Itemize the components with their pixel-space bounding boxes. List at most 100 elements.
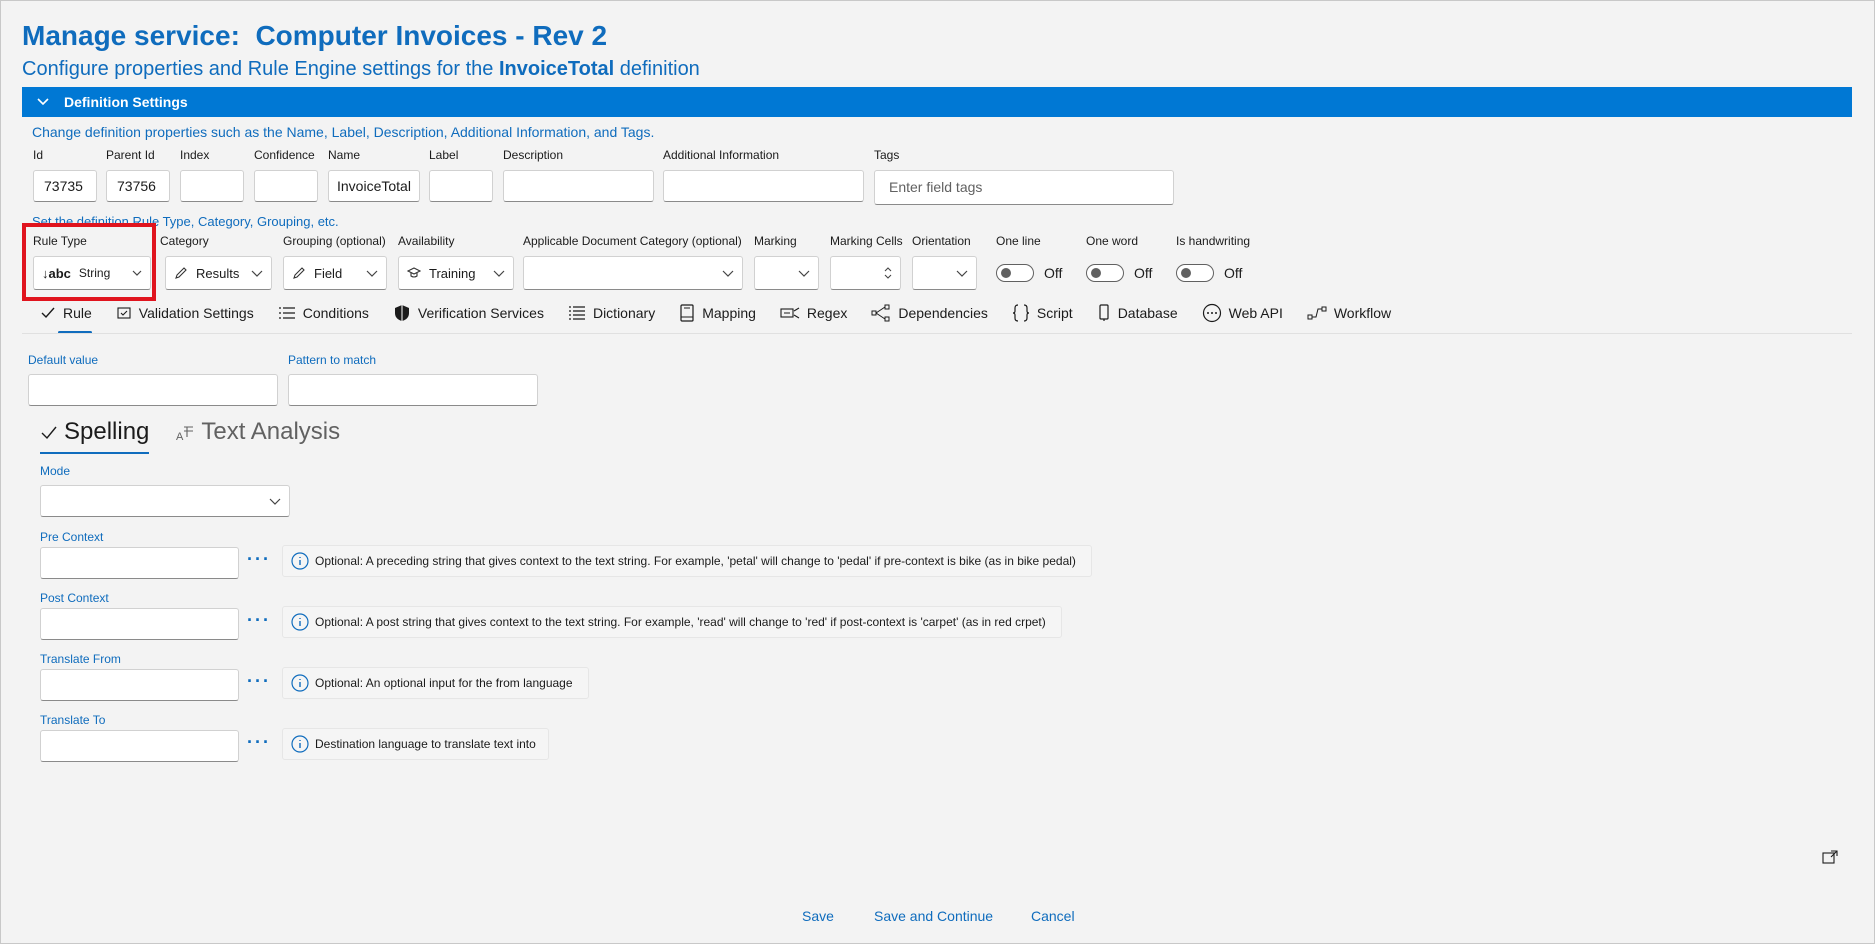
stepper-arrows-icon[interactable] — [884, 267, 892, 279]
confidence-field[interactable] — [254, 170, 318, 202]
definition-settings-header[interactable]: Definition Settings — [22, 87, 1852, 117]
label-field[interactable] — [429, 170, 493, 202]
tab-workflow[interactable]: Workflow — [1307, 300, 1391, 326]
validation-icon — [117, 307, 131, 319]
page-title: Manage service: Computer Invoices - Rev … — [22, 20, 608, 51]
description-field[interactable] — [503, 170, 654, 202]
save-button[interactable]: Save — [802, 908, 834, 924]
window-frame — [0, 0, 1875, 944]
save-and-continue-button[interactable]: Save and Continue — [874, 908, 993, 924]
tab-label: Regex — [806, 305, 848, 321]
index-label: Index — [180, 148, 210, 162]
one-word-toggle[interactable]: Off — [1086, 264, 1152, 282]
info-icon — [291, 674, 309, 692]
tab-label: Rule — [63, 305, 92, 321]
chevron-down-icon — [722, 270, 734, 277]
tab-label: Dependencies — [898, 305, 988, 321]
additional-info-label: Additional Information — [663, 148, 780, 162]
tab-rule[interactable]: Rule — [40, 300, 92, 334]
marking-cells-stepper[interactable] — [830, 256, 901, 290]
translate-from-input[interactable] — [40, 669, 239, 701]
chevron-down-icon — [269, 498, 281, 505]
label-label: Label — [429, 148, 459, 162]
bullet-list-icon — [568, 306, 585, 320]
more-options-icon[interactable]: ··· — [247, 671, 271, 692]
id-label: Id — [33, 148, 44, 162]
info-text: Optional: A post string that gives conte… — [315, 615, 1046, 629]
doc-category-select[interactable] — [523, 256, 743, 290]
default-value-input[interactable] — [28, 374, 278, 406]
pre-context-input[interactable] — [40, 547, 239, 579]
id-field[interactable]: 73735 — [33, 170, 97, 202]
list-icon — [278, 307, 295, 319]
confidence-label: Confidence — [254, 148, 315, 162]
tab-validation-settings[interactable]: Validation Settings — [116, 300, 254, 326]
tab-verification-services[interactable]: Verification Services — [393, 300, 544, 326]
default-value-label: Default value — [28, 353, 99, 367]
tab-label: Validation Settings — [138, 305, 254, 321]
share-icon — [871, 304, 890, 322]
tab-conditions[interactable]: Conditions — [278, 300, 369, 326]
is-handwriting-toggle[interactable]: Off — [1176, 264, 1242, 282]
pencil-icon — [174, 266, 188, 280]
pencil-icon — [292, 266, 306, 280]
tab-script[interactable]: Script — [1012, 300, 1073, 326]
post-context-label: Post Context — [40, 591, 109, 605]
one-word-label: One word — [1086, 234, 1139, 248]
index-field[interactable] — [180, 170, 244, 202]
one-line-toggle[interactable]: Off — [996, 264, 1062, 282]
info-icon — [291, 613, 309, 631]
tab-label: Conditions — [302, 305, 369, 321]
name-field[interactable]: InvoiceTotal — [328, 170, 420, 202]
category-select[interactable]: Results — [165, 256, 272, 290]
info-text: Optional: A preceding string that gives … — [315, 554, 1076, 568]
subtab-spelling[interactable]: Spelling — [40, 418, 150, 454]
tab-regex[interactable]: Regex — [780, 300, 847, 326]
tab-label: Database — [1117, 305, 1178, 321]
tags-input[interactable]: Enter field tags — [874, 170, 1174, 205]
more-options-icon[interactable]: ··· — [247, 549, 271, 570]
tab-web-api[interactable]: Web API — [1202, 300, 1283, 326]
translate-to-input[interactable] — [40, 730, 239, 762]
marking-select[interactable] — [754, 256, 819, 290]
subtab-label: Spelling — [64, 418, 150, 445]
toggle-switch[interactable] — [1086, 264, 1124, 282]
description-label: Description — [503, 148, 564, 162]
translate-to-info: Destination language to translate text i… — [282, 728, 549, 760]
tab-dependencies[interactable]: Dependencies — [871, 300, 988, 326]
shield-icon — [394, 305, 409, 321]
toggle-switch[interactable] — [996, 264, 1034, 282]
translate-to-label: Translate To — [40, 713, 106, 727]
parent-id-field[interactable]: 73756 — [106, 170, 170, 202]
is-handwriting-label: Is handwriting — [1176, 234, 1251, 248]
marking-cells-label: Marking Cells — [830, 234, 903, 248]
more-options-icon[interactable]: ··· — [247, 610, 271, 631]
pattern-input[interactable] — [288, 374, 538, 406]
braces-icon — [1012, 304, 1029, 322]
orientation-select[interactable] — [912, 256, 977, 290]
mode-select[interactable] — [40, 485, 290, 517]
availability-value: Training — [429, 265, 476, 281]
tab-label: Workflow — [1333, 305, 1392, 321]
tags-label: Tags — [874, 148, 900, 162]
page-subtitle: Configure properties and Rule Engine set… — [22, 58, 700, 80]
availability-select[interactable]: Training — [398, 256, 514, 290]
tab-dictionary[interactable]: Dictionary — [568, 300, 655, 326]
toggle-state: Off — [1224, 265, 1243, 281]
post-context-input[interactable] — [40, 608, 239, 640]
tab-mapping[interactable]: Mapping — [679, 300, 756, 326]
toggle-switch[interactable] — [1176, 264, 1214, 282]
additional-info-field[interactable] — [663, 170, 864, 202]
one-line-label: One line — [996, 234, 1041, 248]
more-options-icon[interactable]: ··· — [247, 732, 271, 753]
pre-context-label: Pre Context — [40, 530, 104, 544]
popout-icon[interactable] — [1822, 850, 1838, 869]
subtab-text-analysis[interactable]: A Text Analysis — [175, 418, 340, 446]
tab-label: Verification Services — [417, 305, 544, 321]
grouping-select[interactable]: Field — [283, 256, 387, 290]
cancel-button[interactable]: Cancel — [1031, 908, 1075, 924]
tab-database[interactable]: Database — [1097, 300, 1178, 326]
tags-placeholder: Enter field tags — [889, 179, 983, 195]
marking-label: Marking — [754, 234, 797, 248]
category-label: Category — [160, 234, 209, 248]
